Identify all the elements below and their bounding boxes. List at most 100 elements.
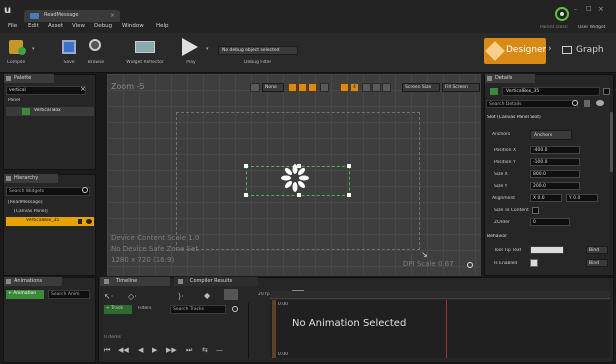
close-window-icon[interactable]: × xyxy=(598,5,604,13)
anchors-dropdown[interactable]: Anchors xyxy=(530,130,572,140)
animation-search-input[interactable]: Search Anim xyxy=(48,290,90,299)
timeline-settings-icon[interactable] xyxy=(224,289,238,300)
move-tool-icon[interactable] xyxy=(362,83,371,92)
grid-size-field[interactable]: 4 xyxy=(350,83,359,92)
hierarchy-item-canvas[interactable]: [Canvas Panel] xyxy=(14,209,48,214)
record-icon[interactable]: — xyxy=(216,346,223,354)
size-to-content-checkbox[interactable] xyxy=(532,207,539,214)
details-visibility-icon[interactable] xyxy=(596,100,604,106)
details-search-input[interactable]: Search Details xyxy=(486,100,578,108)
handle-top-right[interactable] xyxy=(347,164,351,168)
loop-icon[interactable]: ⇆ xyxy=(202,346,208,354)
handle-bottom-mid[interactable] xyxy=(297,193,301,197)
play-button[interactable] xyxy=(180,38,202,56)
fill-screen-dropdown[interactable]: Fill Screen xyxy=(442,83,480,92)
layout-mode-2-button[interactable] xyxy=(298,83,307,92)
alignment-x-input[interactable]: X 0.0 xyxy=(530,194,562,202)
hierarchy-item-selected-row[interactable]: VerticalBox_35 xyxy=(6,217,94,226)
curve-icon[interactable]: ⟩· xyxy=(178,292,184,301)
position-x-input[interactable]: -400.0 xyxy=(530,146,580,154)
browse-button[interactable] xyxy=(85,38,107,56)
widget-name-input[interactable]: VerticalBox_35 xyxy=(502,87,600,96)
view-mode-icon[interactable] xyxy=(250,83,260,92)
maximize-icon[interactable]: □ xyxy=(586,5,592,12)
jump-end-icon[interactable]: ⏭ xyxy=(186,346,192,355)
play-dropdown-icon[interactable]: ▾ xyxy=(206,46,209,52)
resize-arrow-icon[interactable]: ↘ xyxy=(421,250,428,259)
save-button[interactable] xyxy=(58,38,80,56)
filters-dropdown[interactable]: Filters xyxy=(138,306,152,311)
graph-button[interactable]: Graph xyxy=(560,38,612,64)
details-scrollbar[interactable] xyxy=(610,112,613,172)
add-track-button[interactable]: + Track xyxy=(104,305,132,314)
parent-class-value[interactable]: User Widget xyxy=(578,25,606,30)
user-avatar-icon[interactable] xyxy=(555,7,569,21)
menu-file[interactable]: File xyxy=(8,23,17,29)
compile-button[interactable] xyxy=(6,38,28,56)
handle-bottom-right[interactable] xyxy=(347,193,351,197)
menu-debug[interactable]: Debug xyxy=(94,23,112,29)
behavior-section-header[interactable]: Behavior xyxy=(487,234,507,239)
lock-icon[interactable] xyxy=(78,219,82,224)
handle-bottom-left[interactable] xyxy=(244,193,248,197)
rotate-tool-icon[interactable] xyxy=(372,83,381,92)
menu-edit[interactable]: Edit xyxy=(28,23,39,29)
menu-view[interactable]: View xyxy=(72,23,85,29)
is-enabled-checkbox[interactable] xyxy=(530,259,538,267)
respect-locks-button[interactable] xyxy=(320,83,329,92)
playhead-marker[interactable] xyxy=(272,300,276,358)
grid-snap-button[interactable] xyxy=(340,83,349,92)
layout-mode-1-button[interactable] xyxy=(288,83,297,92)
palette-category[interactable]: Panel xyxy=(8,98,20,103)
dpi-scale-label[interactable]: DPI Scale 0.67 xyxy=(403,260,454,268)
dpi-settings-icon[interactable] xyxy=(467,262,473,268)
key-dropdown-icon[interactable]: ◇· xyxy=(128,292,137,301)
palette-search-input[interactable]: vertical xyxy=(6,86,86,95)
screen-size-dropdown[interactable]: Screen Size xyxy=(402,83,440,92)
palette-clear-icon[interactable]: × xyxy=(80,85,86,93)
search-tracks-input[interactable]: Search Tracks xyxy=(170,305,226,314)
compiler-results-tab[interactable]: Compiler Results xyxy=(174,277,258,286)
position-y-input[interactable]: -100.0 xyxy=(530,158,580,166)
property-matrix-icon[interactable] xyxy=(584,100,590,107)
palette-item-row[interactable]: Vertical Box xyxy=(6,107,94,116)
zorder-input[interactable]: 0 xyxy=(530,218,570,226)
scale-tool-icon[interactable] xyxy=(382,83,391,92)
key-all-icon[interactable]: ↖· xyxy=(104,292,113,301)
anchor-flower-icon[interactable] xyxy=(281,164,309,192)
hierarchy-search-icon[interactable] xyxy=(82,187,88,193)
is-variable-checkbox[interactable] xyxy=(603,88,610,95)
jump-start-icon[interactable]: ⏮ xyxy=(104,346,110,355)
alignment-y-input[interactable]: Y 0.0 xyxy=(566,194,598,202)
tracks-search-icon[interactable] xyxy=(232,306,238,312)
enabled-bind-button[interactable]: Bind xyxy=(586,259,608,267)
size-y-input[interactable]: 200.0 xyxy=(530,182,580,190)
end-range-marker[interactable] xyxy=(446,300,447,358)
play-forward-icon[interactable]: ▶ xyxy=(152,346,157,354)
widget-reflector-button[interactable] xyxy=(133,38,157,56)
debug-object-select[interactable]: No debug object selected xyxy=(218,46,298,55)
designer-button[interactable]: Designer xyxy=(484,38,546,64)
hierarchy-search-input[interactable]: Search Widgets xyxy=(6,187,90,196)
menu-asset[interactable]: Asset xyxy=(48,23,63,29)
timeline-ruler[interactable] xyxy=(270,291,610,299)
tooltip-bind-button[interactable]: Bind xyxy=(586,246,608,254)
handle-top-left[interactable] xyxy=(244,164,248,168)
designer-viewport[interactable]: Zoom -5 ↘ Device Content Scale 1.0 No De… xyxy=(107,74,481,276)
play-reverse-icon[interactable]: ◀ xyxy=(138,346,143,354)
compile-dropdown-icon[interactable]: ▾ xyxy=(32,46,35,52)
hierarchy-item-root[interactable]: [ReadMessage] xyxy=(8,200,43,205)
layout-mode-3-button[interactable] xyxy=(308,83,317,92)
tooltip-input[interactable] xyxy=(530,246,564,254)
snap-key-icon[interactable]: ◆ xyxy=(204,291,210,300)
timeline-track-area[interactable] xyxy=(270,300,610,358)
tab-close-icon[interactable]: × xyxy=(110,12,115,19)
asset-tab[interactable]: ReadMessage × xyxy=(24,10,120,22)
timeline-tab[interactable]: Timeline xyxy=(100,277,170,286)
step-forward-icon[interactable]: ▶▶ xyxy=(166,346,177,354)
none-dropdown[interactable]: None xyxy=(262,83,284,92)
size-x-input[interactable]: 800.0 xyxy=(530,170,580,178)
menu-window[interactable]: Window xyxy=(122,23,144,29)
slot-section-header[interactable]: Slot (Canvas Panel Slot) xyxy=(487,115,541,120)
visibility-icon[interactable] xyxy=(86,219,92,224)
